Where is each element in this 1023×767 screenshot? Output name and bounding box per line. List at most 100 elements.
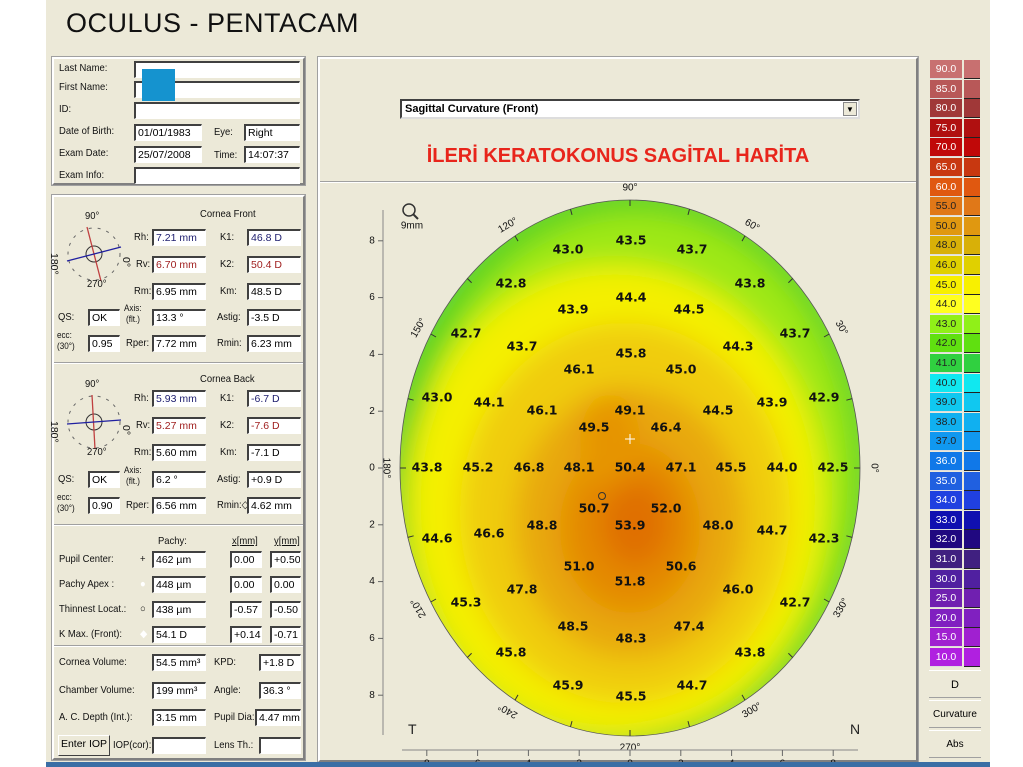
back-qs-field: OK — [88, 471, 120, 488]
curvature-value-label: 44.0 — [767, 460, 798, 475]
curvature-value-label: 53.9 — [615, 518, 646, 533]
scale-step-swatch — [964, 334, 980, 354]
temporal-label: T — [408, 721, 417, 737]
back-k1-field: -6.7 D — [247, 390, 301, 407]
dob-field[interactable]: 01/01/1983 — [134, 124, 202, 141]
scale-step-swatch — [964, 118, 980, 138]
scale-step-swatch — [964, 197, 980, 217]
map-type-value: Sagittal Curvature (Front) — [405, 103, 539, 115]
exam-date-label: Exam Date: — [59, 147, 109, 159]
pachy-row-label: Pupil Center: — [59, 553, 114, 565]
scale-step-label: 25.0 — [930, 589, 962, 609]
back-astig-field: +0.9 D — [247, 471, 301, 488]
eye-label: Eye: — [214, 126, 233, 138]
exam-info-label: Exam Info: — [59, 169, 105, 181]
scale-step-label: 20.0 — [930, 608, 962, 628]
taskbar-strip — [46, 762, 990, 767]
y-tick-label: 2 — [369, 519, 375, 530]
y-tick-label: 6 — [369, 292, 375, 303]
km-label: Km: — [220, 446, 237, 458]
scale-step-label: 41.0 — [930, 354, 962, 373]
scale-step-label: 33.0 — [930, 510, 962, 530]
sagittal-curvature-map[interactable]: 90°60°30°0°330°300°270°240°210°180°150°1… — [320, 182, 916, 767]
rm-label: Rm: — [134, 446, 152, 458]
compass-270-label: 270° — [87, 446, 107, 458]
scale-step-label: 37.0 — [930, 432, 962, 452]
curvature-value-label: 44.5 — [703, 403, 734, 418]
pachy-row-marker-icon: + — [140, 553, 146, 565]
cornea-volume-label: Cornea Volume: — [59, 656, 127, 668]
curvature-value-label: 43.9 — [558, 302, 589, 317]
pachy-row-y: -0.71 — [270, 626, 301, 643]
pachy-row-y: 0.00 — [270, 576, 301, 593]
id-field[interactable] — [134, 102, 300, 119]
curvature-mode-button[interactable]: Curvature — [929, 700, 981, 728]
axis-label: Axis: — [124, 465, 142, 475]
cornea-volume-field: 54.5 mm³ — [152, 654, 206, 671]
time-field[interactable]: 14:07:37 — [244, 146, 300, 163]
scale-step-swatch — [964, 432, 980, 452]
y-tick-label: 8 — [369, 690, 375, 701]
unit-button[interactable]: D — [929, 670, 981, 698]
back-rper-field: 6.56 mm — [152, 497, 206, 514]
iop-field[interactable] — [152, 737, 206, 754]
map-type-dropdown[interactable]: Sagittal Curvature (Front) ▼ — [400, 99, 860, 119]
scale-step-swatch — [964, 412, 980, 432]
exam-date-field[interactable]: 25/07/2008 — [134, 146, 202, 163]
scale-step-label: 90.0 — [930, 60, 962, 79]
y-tick-label: 4 — [369, 576, 375, 587]
curvature-value-label: 48.3 — [616, 631, 647, 646]
pachy-row-x: +0.14 — [230, 626, 262, 643]
scale-step-label: 48.0 — [930, 236, 962, 256]
k2-label-text: K2: — [220, 258, 235, 270]
back-rh-field: 5.93 mm — [152, 390, 206, 407]
pachy-row-label: Pachy Apex : — [59, 578, 115, 590]
curvature-value-label: 44.4 — [616, 290, 647, 305]
chevron-down-icon[interactable]: ▼ — [843, 102, 857, 116]
angle-field: 36.3 ° — [259, 682, 301, 699]
curvature-value-label: 44.5 — [674, 302, 705, 317]
axis-sub-label: (flt.) — [126, 476, 140, 486]
y-tick-label: 0 — [369, 463, 375, 474]
zoom-magnifier-icon[interactable] — [412, 213, 419, 220]
x-header: x[mm] — [232, 535, 258, 547]
front-axis-field: 13.3 ° — [152, 309, 206, 326]
compass-270-label: 270° — [87, 278, 107, 290]
pachy-row-marker-icon: ● — [140, 578, 146, 590]
scale-step-label: 45.0 — [930, 275, 962, 295]
abs-scale-button[interactable]: Abs — [929, 730, 981, 758]
curvature-value-label: 43.5 — [616, 233, 647, 248]
curvature-value-label: 49.1 — [615, 403, 646, 418]
time-label: Time: — [214, 149, 238, 161]
curvature-value-label: 47.8 — [507, 582, 538, 597]
scale-step-swatch — [964, 236, 980, 256]
scale-step-label: 46.0 — [930, 256, 962, 275]
redaction-box — [142, 69, 175, 101]
curvature-value-label: 47.4 — [674, 619, 705, 634]
enter-iop-button[interactable]: Enter IOP — [58, 735, 110, 756]
curvature-value-label: 42.9 — [809, 390, 840, 405]
chamber-volume-label: Chamber Volume: — [59, 684, 135, 696]
scale-step-swatch — [964, 275, 980, 295]
scale-step-swatch — [964, 608, 980, 628]
scale-step-swatch — [964, 158, 980, 177]
angle-label: 240° — [496, 700, 519, 720]
curvature-value-label: 52.0 — [651, 501, 682, 516]
eye-field[interactable]: Right — [244, 124, 300, 141]
curvature-value-label: 49.5 — [579, 420, 610, 435]
back-km-field: -7.1 D — [247, 444, 301, 461]
divider — [54, 362, 303, 364]
ac-depth-field: 3.15 mm — [152, 709, 206, 726]
exam-info-field[interactable] — [134, 167, 300, 184]
curvature-value-label: 44.1 — [474, 395, 505, 410]
ecc-label: ecc: — [57, 330, 72, 340]
y-header: y[mm] — [274, 535, 300, 547]
y-tick-label: 6 — [369, 633, 375, 644]
chamber-volume-field: 199 mm³ — [152, 682, 206, 699]
front-rh-field: 7.21 mm — [152, 229, 206, 246]
lens-thickness-field[interactable] — [259, 737, 301, 754]
k1-label: K1: — [220, 231, 235, 243]
compass-0-label: 0° — [120, 425, 132, 436]
pachy-row-label: Thinnest Locat.: — [59, 603, 127, 615]
scale-step-swatch — [964, 99, 980, 119]
